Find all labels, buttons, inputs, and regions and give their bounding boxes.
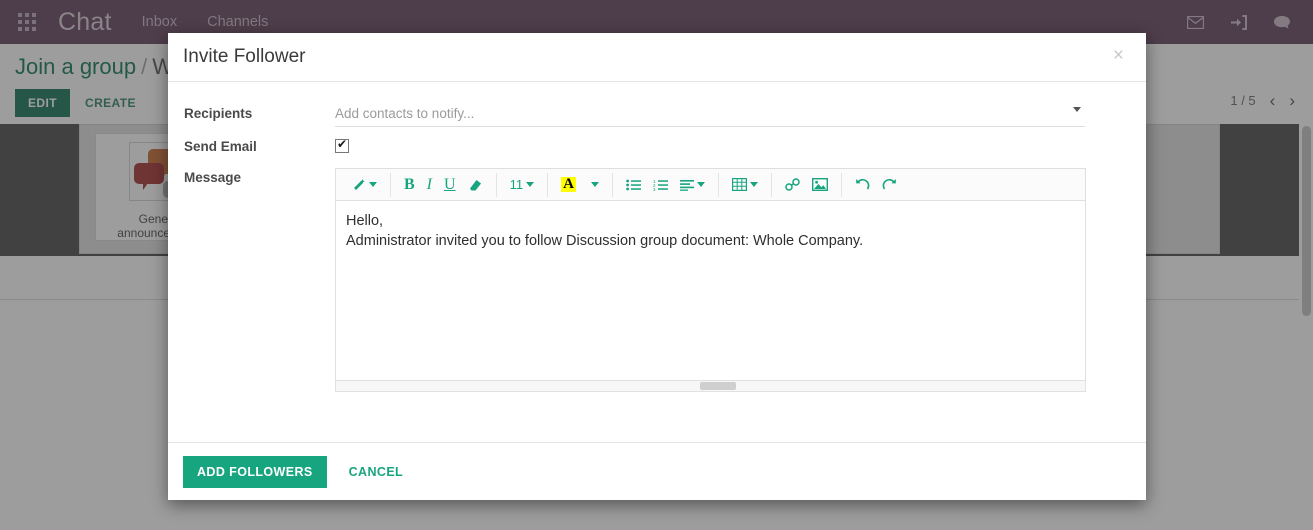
toolbar-group-insert xyxy=(772,172,842,197)
image-button[interactable] xyxy=(806,174,834,196)
add-followers-button[interactable]: ADD FOLLOWERS xyxy=(183,455,327,488)
paragraph-align-button[interactable] xyxy=(674,174,711,196)
dialog-header: Invite Follower × xyxy=(168,33,1146,82)
highlight-a-glyph: A xyxy=(561,176,576,192)
svg-text:3: 3 xyxy=(653,187,656,191)
recipients-label: Recipients xyxy=(184,106,253,121)
redo-button[interactable] xyxy=(876,174,903,196)
text-color-dropdown-button[interactable] xyxy=(582,174,605,196)
font-size-button[interactable]: 11 xyxy=(504,174,541,196)
ordered-list-button[interactable]: 123 xyxy=(647,174,674,196)
cancel-button[interactable]: CANCEL xyxy=(343,464,409,480)
recipients-control xyxy=(335,104,1130,127)
message-field-row: Message B I U 11 A 1 2 3 Hello, Administ… xyxy=(184,168,1130,392)
toolbar-group-paragraph: 123 xyxy=(613,172,719,197)
dialog-body: Recipients Send Email Message xyxy=(168,82,1146,451)
close-icon[interactable]: × xyxy=(1107,45,1130,66)
message-label: Message xyxy=(184,170,242,185)
toolbar-group-history xyxy=(842,173,910,197)
editor-horizontal-scrollbar[interactable] xyxy=(335,381,1086,392)
style-magicwand-button[interactable] xyxy=(346,174,383,196)
send-email-field-row: Send Email xyxy=(184,137,1130,158)
send-email-control xyxy=(335,137,1130,158)
toolbar-group-table xyxy=(719,172,772,197)
text-highlight-button[interactable]: A xyxy=(555,174,582,196)
clear-formatting-button[interactable] xyxy=(462,174,489,196)
link-button[interactable] xyxy=(779,174,806,196)
table-button[interactable] xyxy=(726,174,764,196)
font-size-value: 11 xyxy=(509,177,524,192)
dialog-footer: ADD FOLLOWERS CANCEL xyxy=(168,442,1146,500)
toolbar-group-font: B I U xyxy=(391,172,497,197)
message-line-1: Hello, xyxy=(346,213,384,229)
undo-button[interactable] xyxy=(849,174,876,196)
message-control: B I U 11 A 1 2 3 Hello, Administrator in… xyxy=(335,168,1130,392)
send-email-label: Send Email xyxy=(184,139,257,154)
bold-button[interactable]: B xyxy=(398,174,421,196)
invite-follower-dialog: Invite Follower × Recipients Send Email … xyxy=(168,33,1146,500)
recipients-field-row: Recipients xyxy=(184,104,1130,127)
send-email-checkbox[interactable] xyxy=(335,137,349,153)
dialog-title: Invite Follower xyxy=(183,46,306,67)
toolbar-group-color: A xyxy=(548,172,613,197)
toolbar-group-fontsize: 11 xyxy=(497,172,549,197)
rich-text-editor: B I U 11 A 1 2 3 Hello, Administrator in… xyxy=(335,168,1086,392)
unordered-list-button[interactable] xyxy=(620,174,647,196)
message-line-2: Administrator invited you to follow Disc… xyxy=(346,233,864,249)
message-editor-body[interactable]: Hello, Administrator invited you to foll… xyxy=(335,201,1086,381)
toolbar-group-style xyxy=(339,172,391,197)
italic-button[interactable]: I xyxy=(421,174,438,196)
editor-toolbar: B I U 11 A 1 2 3 xyxy=(335,168,1086,201)
underline-button[interactable]: U xyxy=(438,174,462,196)
scrollbar-thumb[interactable] xyxy=(700,382,736,390)
recipients-input[interactable] xyxy=(335,104,1085,127)
chevron-down-icon[interactable] xyxy=(1073,107,1081,112)
